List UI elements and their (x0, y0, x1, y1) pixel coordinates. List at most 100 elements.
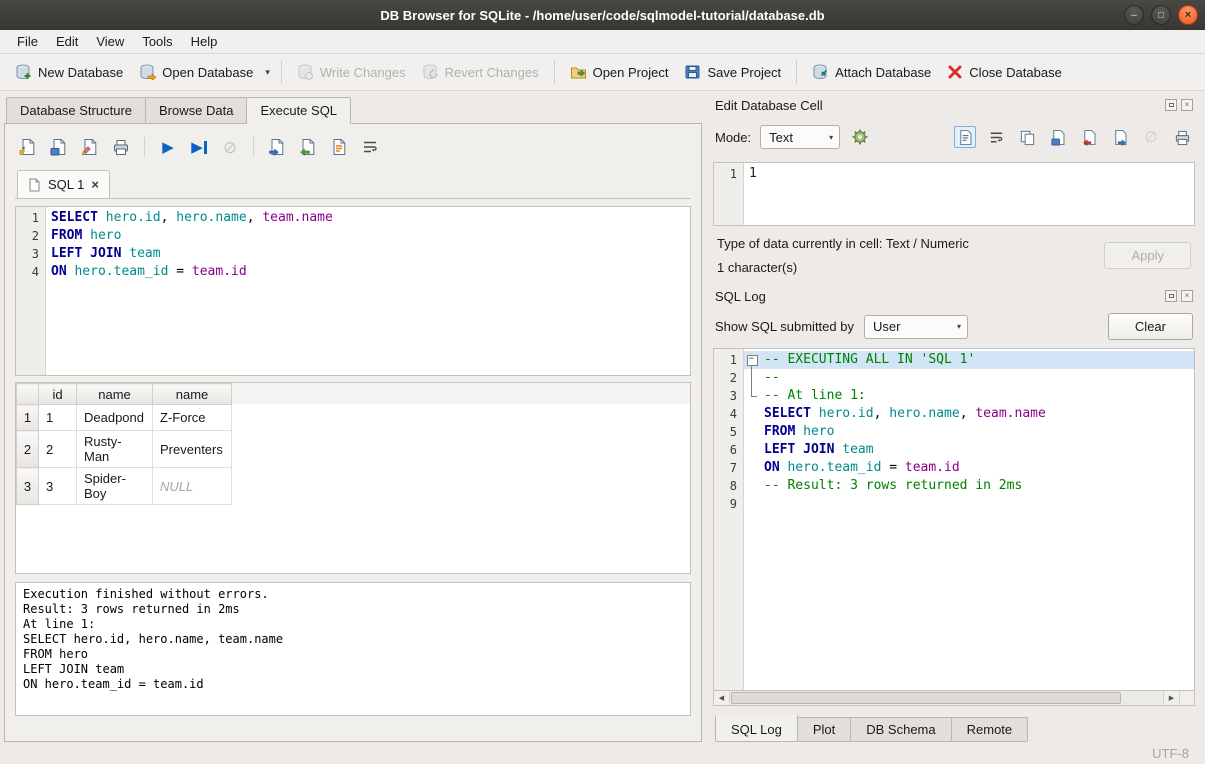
menu-view[interactable]: View (87, 30, 133, 53)
open-project-button[interactable]: Open Project (563, 59, 676, 85)
window-title: DB Browser for SQLite - /home/user/code/… (380, 8, 824, 23)
toolbar-separator (796, 60, 797, 84)
submitted-by-select[interactable]: User ▾ (864, 315, 968, 339)
menu-help[interactable]: Help (182, 30, 227, 53)
open-sql-file-button[interactable] (17, 136, 39, 158)
line-number: 1 (714, 351, 744, 369)
word-wrap-button[interactable] (359, 136, 381, 158)
code-line: 4SELECT hero.id, hero.name, team.name (714, 405, 1194, 423)
cell-editor[interactable]: 1 1 (713, 162, 1195, 226)
tab-db-schema[interactable]: DB Schema (850, 717, 951, 742)
save-sql-file-button[interactable] (48, 136, 70, 158)
open-database-dropdown[interactable]: ▾ (262, 65, 273, 80)
export-sql-button[interactable] (266, 136, 288, 158)
open-database-button[interactable]: Open Database (132, 59, 260, 85)
close-database-button[interactable]: Close Database (940, 59, 1069, 85)
attach-database-button[interactable]: Attach Database (805, 59, 938, 85)
row-header[interactable]: 2 (17, 431, 39, 468)
fold-marker-icon[interactable]: − (744, 351, 759, 369)
result-cell[interactable]: 3 (39, 468, 77, 505)
result-cell[interactable]: Z-Force (153, 405, 232, 431)
import-cell-button[interactable] (1078, 126, 1100, 148)
toolbar-separator (144, 137, 145, 157)
print-cell-button[interactable] (1171, 126, 1193, 148)
scroll-left-icon[interactable]: ◀ (714, 691, 730, 705)
result-cell[interactable]: 2 (39, 431, 77, 468)
float-panel-icon[interactable] (1165, 99, 1177, 111)
horizontal-scrollbar[interactable]: ◀ ▶ (713, 691, 1195, 706)
column-header[interactable]: id (39, 384, 77, 405)
word-wrap-cell-button[interactable] (985, 126, 1007, 148)
sql-log-header: SQL Log × (713, 285, 1195, 307)
menu-tools[interactable]: Tools (133, 30, 181, 53)
save-project-label: Save Project (707, 65, 781, 80)
tab-execute-sql[interactable]: Execute SQL (246, 97, 351, 124)
tab-plot[interactable]: Plot (797, 717, 851, 742)
close-database-label: Close Database (969, 65, 1062, 80)
tab-sql-log[interactable]: SQL Log (715, 715, 798, 742)
save-sql-as-button[interactable] (79, 136, 101, 158)
save-sql-as-icon (81, 138, 99, 156)
auto-mode-button[interactable] (849, 126, 871, 148)
tab-browse-data[interactable]: Browse Data (145, 97, 247, 124)
float-panel-icon[interactable] (1165, 290, 1177, 302)
corner-header[interactable] (17, 384, 39, 405)
code-line: 9 (714, 495, 1194, 513)
revert-changes-label: Revert Changes (445, 65, 539, 80)
copy-cell-button[interactable] (1016, 126, 1038, 148)
close-panel-icon[interactable]: × (1181, 99, 1193, 111)
menu-edit[interactable]: Edit (47, 30, 87, 53)
close-button[interactable]: × (1178, 5, 1198, 25)
mode-select[interactable]: Text ▾ (760, 125, 840, 149)
attach-database-label: Attach Database (835, 65, 931, 80)
cell-icons: ∅ (954, 126, 1193, 148)
close-panel-icon[interactable]: × (1181, 290, 1193, 302)
result-cell[interactable]: 1 (39, 405, 77, 431)
sql-editor[interactable]: 1SELECT hero.id, hero.name, team.name2FR… (15, 206, 691, 376)
column-header[interactable]: name (77, 384, 153, 405)
sql-log-editor[interactable]: 1−-- EXECUTING ALL IN 'SQL 1'2--3-- At l… (713, 348, 1195, 691)
word-wrap-icon (361, 138, 379, 156)
print-button[interactable] (110, 136, 132, 158)
execute-line-button[interactable]: ▶ (188, 136, 210, 158)
write-changes-icon (297, 64, 314, 80)
save-cell-button[interactable] (1047, 126, 1069, 148)
minimize-button[interactable]: – (1124, 5, 1144, 25)
maximize-button[interactable]: □ (1151, 5, 1171, 25)
export-cell-button[interactable] (1109, 126, 1131, 148)
format-sql-button[interactable] (328, 136, 350, 158)
code-text: -- Result: 3 rows returned in 2ms (759, 477, 1194, 495)
save-project-button[interactable]: Save Project (677, 59, 788, 85)
fold-margin (744, 459, 759, 477)
column-header[interactable]: name (153, 384, 232, 405)
scroll-right-icon[interactable]: ▶ (1163, 691, 1179, 705)
scrollbar-track[interactable] (730, 691, 1163, 705)
result-cell[interactable]: Spider-Boy (77, 468, 153, 505)
menu-file[interactable]: File (8, 30, 47, 53)
tab-database-structure[interactable]: Database Structure (6, 97, 146, 124)
row-header[interactable]: 3 (17, 468, 39, 505)
execute-all-button[interactable]: ▶ (157, 136, 179, 158)
titlebar[interactable]: DB Browser for SQLite - /home/user/code/… (0, 0, 1205, 30)
export-cell-icon (1112, 129, 1129, 146)
clear-button[interactable]: Clear (1108, 313, 1193, 340)
code-line: 3LEFT JOIN team (16, 245, 690, 263)
row-header[interactable]: 1 (17, 405, 39, 431)
result-cell[interactable]: NULL (153, 468, 232, 505)
result-cell[interactable]: Preventers (153, 431, 232, 468)
scrollbar-thumb[interactable] (731, 692, 1121, 704)
import-sql-button[interactable] (297, 136, 319, 158)
result-cell[interactable]: Deadpond (77, 405, 153, 431)
sql-file-tab[interactable]: SQL 1 × (17, 170, 110, 198)
new-database-button[interactable]: New Database (8, 59, 130, 85)
execute-all-icon: ▶ (162, 140, 174, 155)
close-tab-icon[interactable]: × (91, 177, 99, 192)
line-number: 7 (714, 459, 744, 477)
revert-changes-icon (422, 64, 439, 80)
copy-cell-icon (1019, 129, 1036, 146)
line-number: 2 (16, 227, 46, 245)
cell-value: 1 (744, 165, 1194, 183)
text-mode-button[interactable] (954, 126, 976, 148)
tab-remote[interactable]: Remote (951, 717, 1029, 742)
result-cell[interactable]: Rusty-Man (77, 431, 153, 468)
